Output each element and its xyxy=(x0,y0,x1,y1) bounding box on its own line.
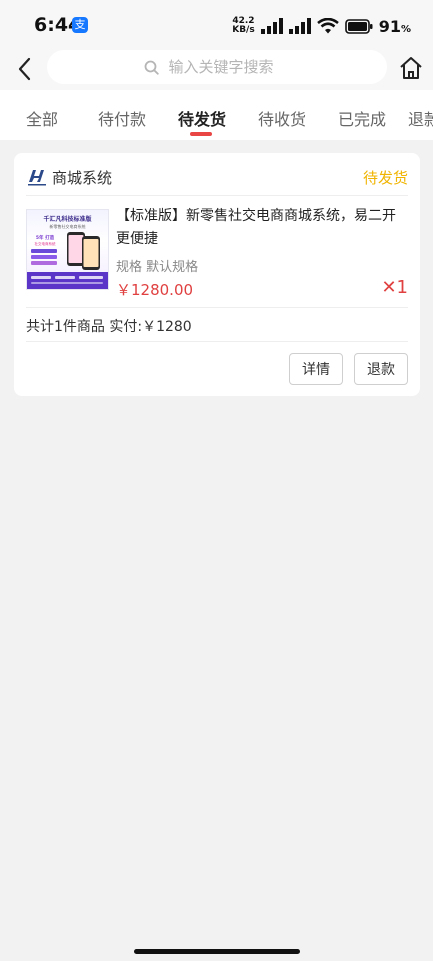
detail-button[interactable]: 详情 xyxy=(289,353,343,385)
alipay-badge-icon: 支 xyxy=(72,17,88,33)
network-speed: 42.2 KB/s xyxy=(232,16,255,35)
status-indicators: 42.2 KB/s 91% xyxy=(232,12,411,40)
refund-button[interactable]: 退款 xyxy=(354,353,408,385)
image-tagline: 社交电商系统 xyxy=(35,241,56,246)
order-card: 商城系统 待发货 千汇凡科技标准版 新零售社交电商系统 5年 打造 社交电商系统… xyxy=(14,153,420,396)
product-thumbnail[interactable]: 千汇凡科技标准版 新零售社交电商系统 5年 打造 社交电商系统 xyxy=(26,209,109,290)
chevron-left-icon xyxy=(18,57,31,81)
active-tab-indicator xyxy=(190,132,212,136)
home-button[interactable] xyxy=(398,54,424,82)
battery-level: 91% xyxy=(378,16,411,36)
order-status-tabs: 全部 待付款 待发货 待收货 已完成 退款 xyxy=(0,90,433,140)
divider xyxy=(26,307,408,308)
divider xyxy=(26,341,408,342)
image-promo: 5年 打造 xyxy=(36,234,55,241)
order-status-badge: 待发货 xyxy=(362,169,408,187)
product-price: ￥1280.00 xyxy=(116,281,194,299)
product-image-graphic: 千汇凡科技标准版 新零售社交电商系统 5年 打造 社交电商系统 xyxy=(27,215,108,289)
shop-logo-icon xyxy=(28,170,46,186)
search-input[interactable] xyxy=(166,57,291,77)
tab-all[interactable]: 全部 xyxy=(26,106,58,130)
home-indicator[interactable] xyxy=(134,949,300,954)
tab-pending-receipt[interactable]: 待收货 xyxy=(258,106,306,130)
shop-name[interactable]: 商城系统 xyxy=(52,167,112,188)
product-spec: 规格 默认规格 xyxy=(116,260,199,275)
tab-pending-shipment[interactable]: 待发货 xyxy=(178,106,226,130)
shop-row: 商城系统 待发货 xyxy=(26,165,408,191)
battery-icon xyxy=(344,18,373,34)
status-bar: 6:44 支 42.2 KB/s 91% xyxy=(0,0,433,50)
image-heading: 千汇凡科技标准版 xyxy=(43,215,91,223)
top-navigation xyxy=(0,50,433,90)
wifi-icon xyxy=(316,18,339,34)
back-button[interactable] xyxy=(12,54,38,84)
search-bar[interactable] xyxy=(47,50,387,84)
tab-completed[interactable]: 已完成 xyxy=(338,106,386,130)
tab-refund[interactable]: 退款 xyxy=(408,106,433,130)
home-icon xyxy=(400,57,422,79)
order-summary: 共计1件商品 实付:￥1280 xyxy=(26,319,192,335)
tab-pending-payment[interactable]: 待付款 xyxy=(98,106,146,130)
divider xyxy=(26,195,408,196)
product-title[interactable]: 【标准版】新零售社交电商商城系统，易二开更便捷 xyxy=(116,205,408,251)
signal-icon-2 xyxy=(288,18,311,34)
signal-icon xyxy=(260,18,283,34)
image-sub: 新零售社交电商系统 xyxy=(50,223,86,229)
product-quantity: ✕1 xyxy=(381,277,408,298)
search-icon xyxy=(144,60,159,75)
